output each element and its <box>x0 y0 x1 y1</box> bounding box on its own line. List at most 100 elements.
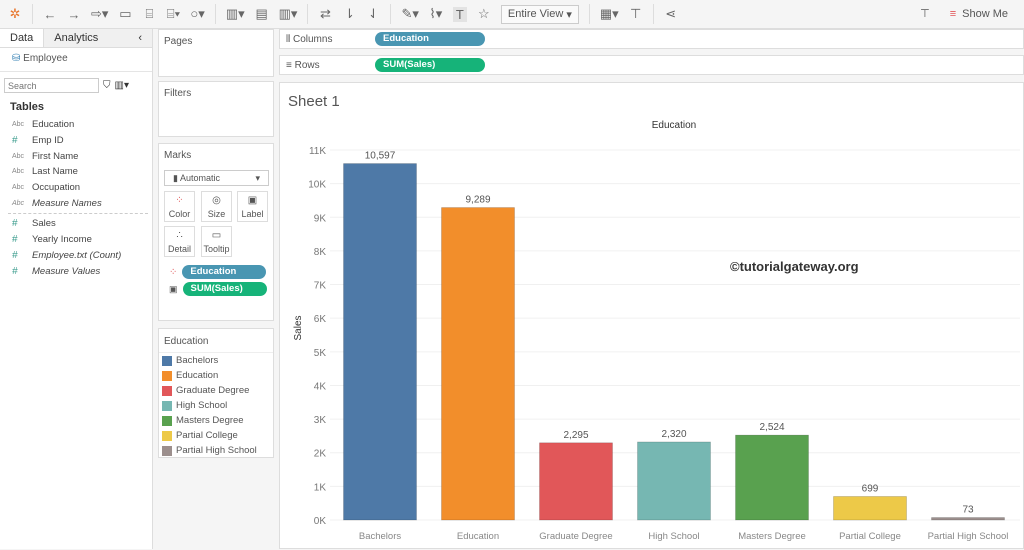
data-label: 2,295 <box>563 430 588 441</box>
y-tick-label: 0K <box>314 516 327 527</box>
undo-icon[interactable]: ← <box>43 7 57 22</box>
data-label: 73 <box>962 505 974 516</box>
legend-item[interactable]: Education <box>159 368 273 383</box>
tooltip-button[interactable]: ▭ Tooltip <box>201 226 232 257</box>
tab-data[interactable]: Data <box>0 29 45 47</box>
pages-card[interactable]: Pages <box>158 29 274 77</box>
pause-icon[interactable]: ⌸▾ <box>166 6 180 22</box>
y-tick-label: 10K <box>308 180 326 191</box>
x-tick-label: Masters Degree <box>738 531 806 542</box>
string-type-icon: Abc <box>12 152 25 160</box>
field-measure-names[interactable]: Abc Measure Names <box>0 195 152 211</box>
view-options-icon[interactable]: ▥▾ <box>115 80 129 91</box>
columns-pill[interactable]: Education <box>375 32 485 46</box>
share-icon[interactable]: ⋖ <box>664 6 678 22</box>
refresh-icon[interactable]: ○▾ <box>190 6 204 22</box>
y-tick-label: 3K <box>314 415 327 426</box>
clear-icon[interactable]: ▥▾ <box>279 6 298 22</box>
highlight-icon[interactable]: ✎▾ <box>401 6 418 22</box>
replay-icon[interactable]: ⇨▾ <box>91 6 108 22</box>
show-cards-icon[interactable]: ▦▾ <box>600 6 619 22</box>
worksheet: Sheet 1 ©tutorialgateway.org 0K 1K 2K 3K 4K 5… <box>279 82 1024 549</box>
bar-bachelors <box>343 163 417 521</box>
field-occupation[interactable]: Abc Occupation <box>0 180 152 196</box>
field-last-name[interactable]: Abc Last Name <box>0 164 152 180</box>
legend-item[interactable]: Masters Degree <box>159 413 273 428</box>
redo-icon[interactable]: → <box>67 7 81 22</box>
collapse-icon[interactable]: ‹ <box>138 32 142 44</box>
bar-education <box>441 207 515 521</box>
swap-icon[interactable]: ⇄ <box>318 6 332 22</box>
filter-icon[interactable]: ⛉ <box>103 80 111 91</box>
y-tick-label: 9K <box>314 213 327 224</box>
marks-card: Marks ▮ Automatic ▾ ⁘ Color ◎ Size ▣ Label ∴… <box>158 143 274 321</box>
mark-pill-education[interactable]: Education <box>182 265 267 279</box>
x-tick-label: Graduate Degree <box>539 531 612 542</box>
detail-button[interactable]: ∴ Detail <box>164 226 195 257</box>
datasource[interactable]: ⛁ Employee <box>0 48 152 72</box>
bar-chart: 0K 1K 2K 3K 4K 5K 6K 7K 8K 9K 10K 11K Sales Education… <box>293 120 1020 542</box>
number-type-icon: # <box>12 265 18 277</box>
mark-type-select[interactable]: ▮ Automatic ▾ <box>164 170 269 186</box>
field-education[interactable]: Abc Education <box>0 117 152 133</box>
show-me-button[interactable]: ⊤ ≡ Show Me <box>920 7 1008 21</box>
rows-shelf[interactable]: ≡ Rows SUM(Sales) <box>279 55 1024 75</box>
legend-item[interactable]: Partial High School <box>159 443 273 458</box>
string-type-icon: Abc <box>12 199 25 207</box>
sort-asc-icon[interactable]: ⇂ <box>342 6 356 22</box>
legend-item[interactable]: Bachelors <box>159 353 273 368</box>
string-type-icon: Abc <box>12 168 25 176</box>
show-me-icon: ≡ <box>949 7 957 20</box>
pin-icon[interactable]: ☆ <box>477 6 491 22</box>
bar-chart-icon: ▮ <box>173 173 180 183</box>
filters-card[interactable]: Filters <box>158 81 274 137</box>
field-emp-id[interactable]: # Emp ID <box>0 133 152 149</box>
tooltip-icon: ▭ <box>211 230 222 241</box>
field-first-name[interactable]: Abc First Name <box>0 148 152 164</box>
columns-shelf[interactable]: ⫴ Columns Education <box>279 29 1024 49</box>
data-pane: Data Analytics‹ ⛁ Employee ⛉ ▥▾ Tables Ab… <box>0 29 153 549</box>
bar-partial-college <box>833 496 907 521</box>
legend-swatch <box>162 385 172 396</box>
tab-analytics[interactable]: Analytics ‹ <box>44 29 152 47</box>
rows-icon: ≡ <box>286 59 295 71</box>
tableau-logo-icon[interactable]: ✲ <box>8 6 22 22</box>
size-button[interactable]: ◎ Size <box>201 191 232 222</box>
color-button[interactable]: ⁘ Color <box>164 191 195 222</box>
search-input[interactable] <box>4 78 99 93</box>
new-worksheet-icon[interactable]: ▥▾ <box>226 6 245 22</box>
label-icon: ▣ <box>169 283 178 294</box>
legend-item[interactable]: High School <box>159 398 273 413</box>
sort-desc-icon[interactable]: ⇃ <box>366 6 380 22</box>
presentation-icon[interactable]: ⊤ <box>629 6 643 22</box>
legend-swatch <box>162 370 172 381</box>
tooltip-icon[interactable]: ⊤ <box>920 7 930 20</box>
color-icon: ⁘ <box>175 195 184 206</box>
legend-item[interactable]: Partial College <box>159 428 273 443</box>
save-icon[interactable]: ▭ <box>118 6 132 22</box>
legend-swatch <box>162 400 172 411</box>
labels-icon[interactable]: T <box>452 6 467 22</box>
duplicate-icon[interactable]: ▤ <box>255 6 269 22</box>
size-icon: ◎ <box>212 195 221 206</box>
color-icon: ⁘ <box>169 266 178 278</box>
label-button[interactable]: ▣ Label <box>237 191 268 222</box>
fit-select[interactable]: Entire View ▾ <box>500 4 579 24</box>
field-sales[interactable]: # Sales <box>0 216 152 232</box>
number-type-icon: # <box>12 234 18 246</box>
new-datasource-icon[interactable]: ⌸ <box>142 6 156 22</box>
annotate-icon[interactable]: ⌇▾ <box>429 6 443 22</box>
legend-swatch <box>162 445 172 456</box>
legend-item[interactable]: Graduate Degree <box>159 383 273 398</box>
data-label: 699 <box>862 483 879 494</box>
data-label: 2,320 <box>661 429 686 440</box>
mark-pill-sales[interactable]: SUM(Sales) <box>182 282 267 296</box>
field-employee-txt-count-[interactable]: # Employee.txt (Count) <box>0 248 152 264</box>
number-type-icon: # <box>12 135 18 147</box>
field-measure-values[interactable]: # Measure Values <box>0 263 152 279</box>
string-type-icon: Abc <box>12 184 25 192</box>
bar-graduate-degree <box>539 442 613 521</box>
rows-pill[interactable]: SUM(Sales) <box>375 58 485 72</box>
field-yearly-income[interactable]: # Yearly Income <box>0 232 152 248</box>
x-tick-label: Partial High School <box>928 531 1009 542</box>
